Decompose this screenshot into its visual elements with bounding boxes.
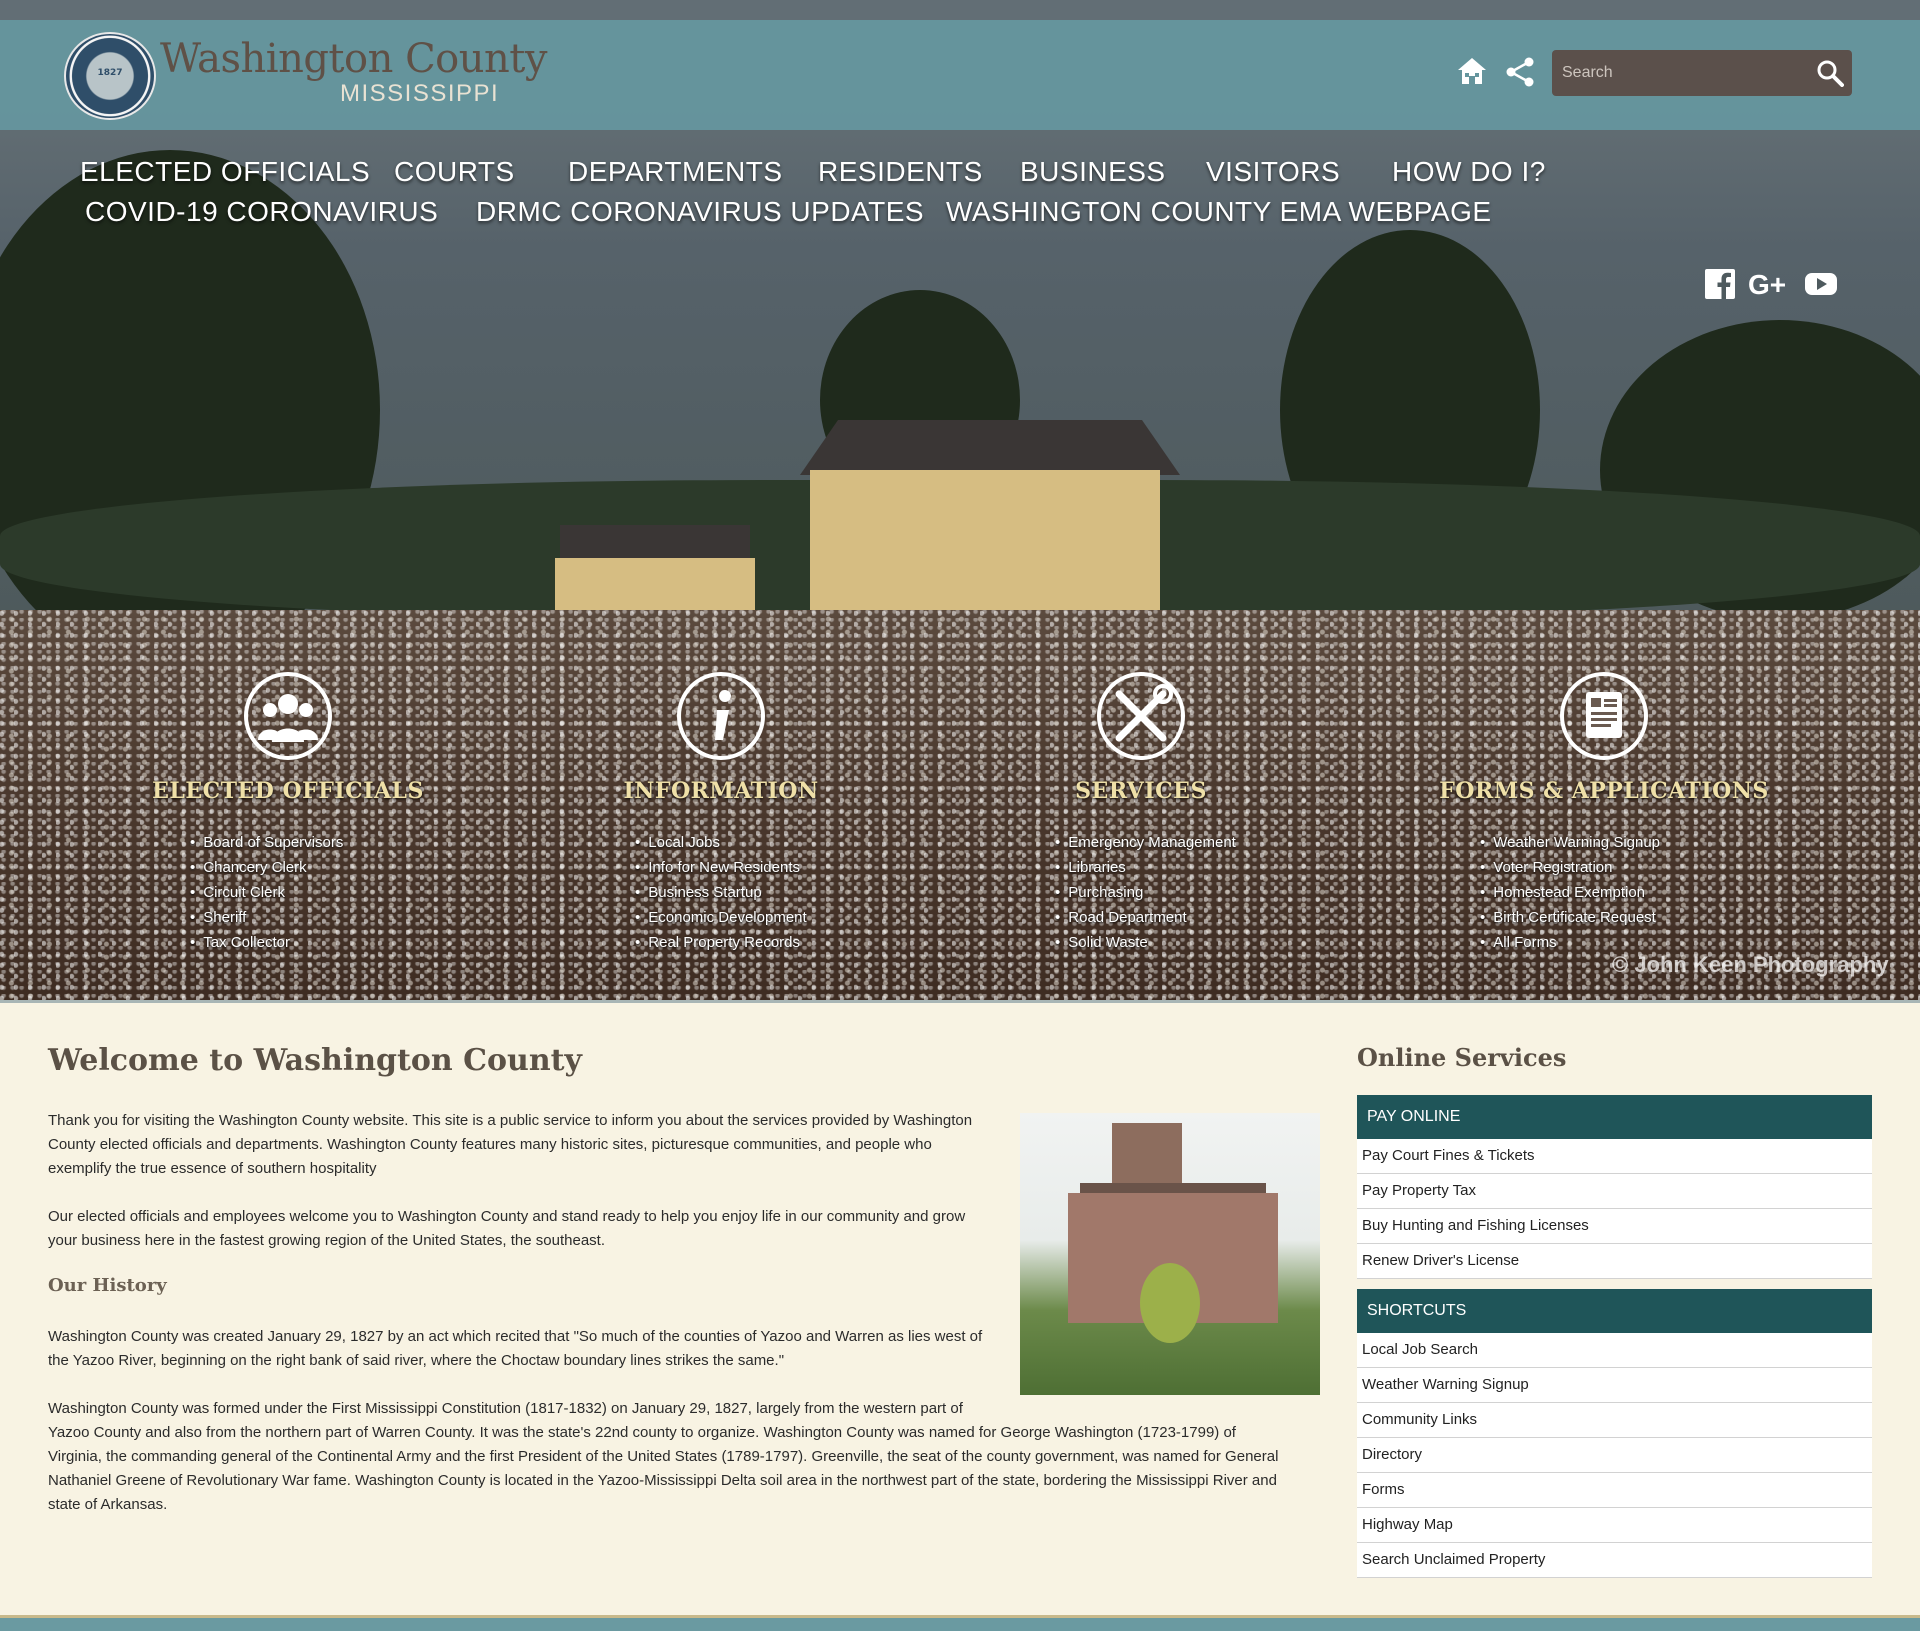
text-line: Our elected officials and employees welc… <box>48 1208 966 1225</box>
feature-links: Local Jobs Info for New Residents Busine… <box>635 830 807 955</box>
house-roof <box>800 420 1180 475</box>
text-line: exemplify the true essence of southern h… <box>48 1160 377 1177</box>
feature-links: Board of Supervisors Chancery Clerk Circ… <box>190 830 343 955</box>
search-icon[interactable] <box>1816 59 1844 87</box>
nav-drmc-updates[interactable]: DRMC CORONAVIRUS UPDATES <box>476 196 924 228</box>
google-plus-icon[interactable]: G+ <box>1748 268 1788 300</box>
facebook-icon[interactable] <box>1704 268 1736 300</box>
site-title[interactable]: Washington County <box>160 36 547 82</box>
seal-year: 1827 <box>97 68 123 78</box>
nav-how-do-i[interactable]: HOW DO I? <box>1392 156 1546 188</box>
link-circuit-clerk[interactable]: Circuit Clerk <box>190 880 343 905</box>
nav-elected-officials[interactable]: ELECTED OFFICIALS <box>80 156 370 188</box>
link-road-department[interactable]: Road Department <box>1055 905 1236 930</box>
hero-banner: 1827 Washington County MISSISSIPPI ELECT… <box>0 0 1920 1000</box>
top-strip <box>0 0 1920 20</box>
link-sheriff[interactable]: Sheriff <box>190 905 343 930</box>
feature-title[interactable]: FORMS & APPLICATIONS <box>1414 778 1794 804</box>
link-hunting-fishing-licenses[interactable]: Buy Hunting and Fishing Licenses <box>1357 1209 1872 1244</box>
main-content: Welcome to Washington County Thank you f… <box>0 1000 1920 1615</box>
home-icon[interactable] <box>1456 56 1488 86</box>
county-seal-logo[interactable]: 1827 <box>64 32 156 120</box>
formation-paragraph: Washington County was formed under the F… <box>48 1397 1278 1517</box>
link-directory[interactable]: Directory <box>1357 1438 1872 1473</box>
page-title: Welcome to Washington County <box>48 1043 582 1078</box>
photo-credit: © John Keen Photography <box>1612 952 1889 977</box>
text-line: state of Arkansas. <box>48 1496 168 1513</box>
courthouse-image <box>1020 1113 1320 1395</box>
link-highway-map[interactable]: Highway Map <box>1357 1508 1872 1543</box>
text-line: the Yazoo River, beginning on the right … <box>48 1352 785 1369</box>
search-input[interactable] <box>1562 58 1802 88</box>
link-info-new-residents[interactable]: Info for New Residents <box>635 855 807 880</box>
history-heading: Our History <box>48 1275 167 1296</box>
plantation-house <box>810 470 1160 620</box>
link-tax-collector[interactable]: Tax Collector <box>190 930 343 955</box>
shortcuts-header: SHORTCUTS <box>1357 1289 1872 1333</box>
link-search-unclaimed-property[interactable]: Search Unclaimed Property <box>1357 1543 1872 1578</box>
text-line: your business here in the fastest growin… <box>48 1232 605 1249</box>
link-weather-warning-signup-sidebar[interactable]: Weather Warning Signup <box>1357 1368 1872 1403</box>
link-real-property-records[interactable]: Real Property Records <box>635 930 807 955</box>
text-line: Nathaniel Greene of Revolutionary War fa… <box>48 1472 1277 1489</box>
welcome-paragraph: Our elected officials and employees welc… <box>48 1205 965 1253</box>
link-purchasing[interactable]: Purchasing <box>1055 880 1236 905</box>
text-line: Washington County was formed under the F… <box>48 1400 963 1417</box>
link-board-of-supervisors[interactable]: Board of Supervisors <box>190 830 343 855</box>
site-subtitle: MISSISSIPPI <box>340 80 500 107</box>
annex-house <box>555 558 755 618</box>
link-forms[interactable]: Forms <box>1357 1473 1872 1508</box>
link-local-job-search[interactable]: Local Job Search <box>1357 1333 1872 1368</box>
link-chancery-clerk[interactable]: Chancery Clerk <box>190 855 343 880</box>
feature-links: Emergency Management Libraries Purchasin… <box>1055 830 1236 955</box>
link-pay-court-fines[interactable]: Pay Court Fines & Tickets <box>1357 1139 1872 1174</box>
online-services-title: Online Services <box>1357 1043 1567 1072</box>
link-local-jobs[interactable]: Local Jobs <box>635 830 807 855</box>
link-birth-certificate[interactable]: Birth Certificate Request <box>1480 905 1660 930</box>
text-line: County elected officials and departments… <box>48 1136 932 1153</box>
feature-title[interactable]: INFORMATION <box>531 778 911 804</box>
history-paragraph: Washington County was created January 29… <box>48 1325 982 1373</box>
nav-residents[interactable]: RESIDENTS <box>818 156 983 188</box>
link-emergency-management[interactable]: Emergency Management <box>1055 830 1236 855</box>
link-pay-property-tax[interactable]: Pay Property Tax <box>1357 1174 1872 1209</box>
forms-icon[interactable] <box>1560 672 1648 760</box>
link-weather-warning-signup[interactable]: Weather Warning Signup <box>1480 830 1660 855</box>
link-libraries[interactable]: Libraries <box>1055 855 1236 880</box>
people-icon[interactable] <box>244 672 332 760</box>
link-homestead-exemption[interactable]: Homestead Exemption <box>1480 880 1660 905</box>
nav-business[interactable]: BUSINESS <box>1020 156 1166 188</box>
annex-roof <box>560 525 750 560</box>
feature-links: Weather Warning Signup Voter Registratio… <box>1480 830 1660 955</box>
nav-courts[interactable]: COURTS <box>394 156 515 188</box>
tools-icon[interactable] <box>1097 672 1185 760</box>
nav-departments[interactable]: DEPARTMENTS <box>568 156 783 188</box>
search-box <box>1552 50 1852 96</box>
intro-paragraph: Thank you for visiting the Washington Co… <box>48 1109 972 1181</box>
courthouse-tree <box>1140 1263 1200 1343</box>
svg-text:G+: G+ <box>1748 269 1786 300</box>
link-voter-registration[interactable]: Voter Registration <box>1480 855 1660 880</box>
info-icon[interactable] <box>677 672 765 760</box>
text-line: Virginia, the commanding general of the … <box>48 1448 1279 1465</box>
youtube-icon[interactable] <box>1804 268 1838 300</box>
link-business-startup[interactable]: Business Startup <box>635 880 807 905</box>
share-icon[interactable] <box>1504 56 1536 88</box>
pay-online-header: PAY ONLINE <box>1357 1095 1872 1139</box>
nav-visitors[interactable]: VISITORS <box>1206 156 1340 188</box>
link-solid-waste[interactable]: Solid Waste <box>1055 930 1236 955</box>
text-line: Yazoo County and also from the northern … <box>48 1424 1236 1441</box>
link-renew-drivers-license[interactable]: Renew Driver's License <box>1357 1244 1872 1279</box>
text-line: Washington County was created January 29… <box>48 1328 983 1345</box>
feature-title[interactable]: ELECTED OFFICIALS <box>98 778 478 804</box>
text-line: Thank you for visiting the Washington Co… <box>48 1112 973 1129</box>
nav-ema-webpage[interactable]: WASHINGTON COUNTY EMA WEBPAGE <box>946 196 1492 228</box>
link-economic-development[interactable]: Economic Development <box>635 905 806 930</box>
footer-bar <box>0 1615 1920 1631</box>
link-community-links[interactable]: Community Links <box>1357 1403 1872 1438</box>
nav-covid-19[interactable]: COVID-19 CORONAVIRUS <box>85 196 438 228</box>
feature-title[interactable]: SERVICES <box>951 778 1331 804</box>
